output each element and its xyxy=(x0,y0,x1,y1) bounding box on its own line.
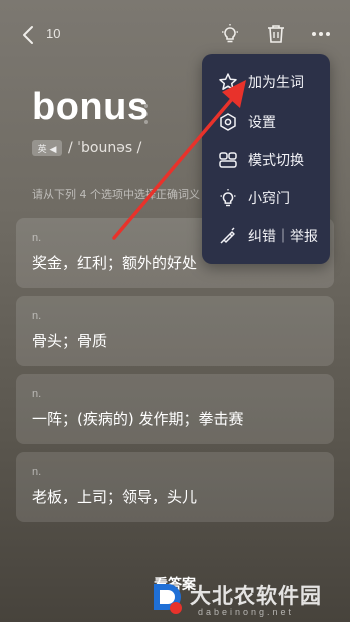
menu-item-label: 设置 xyxy=(248,115,276,131)
option-meaning: 一阵；(疾病的) 发作期；拳击赛 xyxy=(32,410,244,428)
menu-item-report[interactable]: 纠错｜举报 xyxy=(202,218,330,254)
more-icon[interactable] xyxy=(310,23,332,45)
lightbulb-icon[interactable] xyxy=(219,23,241,45)
trash-icon[interactable] xyxy=(265,23,287,45)
word-counter: 10 xyxy=(46,26,61,41)
option-pos: n. xyxy=(32,466,42,478)
menu-item-tips[interactable]: 小窍门 xyxy=(202,180,330,216)
watermark: 大北农软件园 dabeinong.net xyxy=(146,580,346,620)
star-icon xyxy=(219,73,237,90)
watermark-subtext: dabeinong.net xyxy=(198,607,295,617)
menu-item-settings[interactable]: 设置 xyxy=(202,104,330,140)
menu-item-label: 小窍门 xyxy=(248,191,290,207)
menu-item-add-word[interactable]: 加为生词 xyxy=(202,64,330,100)
phonetic-text: / ˈbounəs / xyxy=(68,140,142,156)
word-drag-handle xyxy=(144,104,150,126)
option-meaning: 奖金，红利；额外的好处 xyxy=(32,254,198,272)
menu-item-label: 模式切换 xyxy=(248,153,304,169)
option-pos: n. xyxy=(32,388,42,400)
watermark-text: 大北农软件园 xyxy=(190,584,322,608)
top-bar: 10 xyxy=(0,22,350,50)
option-meaning: 骨头；骨质 xyxy=(32,332,108,350)
audio-button[interactable]: 英 ◀ xyxy=(32,140,62,156)
option-meaning: 老板，上司；领导，头儿 xyxy=(32,488,198,506)
back-icon[interactable] xyxy=(18,24,40,46)
pronunciation: 英 ◀ / ˈbounəs / xyxy=(32,140,141,156)
lightbulb-icon xyxy=(220,189,236,207)
report-icon xyxy=(220,227,235,244)
menu-item-mode-switch[interactable]: 模式切换 xyxy=(202,142,330,178)
option-card[interactable]: n. 老板，上司；领导，头儿 xyxy=(16,452,334,522)
word-title: bonus xyxy=(32,86,149,128)
option-pos: n. xyxy=(32,310,42,322)
option-card[interactable]: n. 一阵；(疾病的) 发作期；拳击赛 xyxy=(16,374,334,444)
option-pos: n. xyxy=(32,232,42,244)
mode-switch-icon xyxy=(219,152,237,168)
menu-item-label: 纠错｜举报 xyxy=(248,229,318,245)
watermark-logo-icon xyxy=(154,584,182,614)
more-menu: 加为生词 设置 模式切换 小窍门 纠错｜举报 xyxy=(202,54,330,264)
option-card[interactable]: n. 骨头；骨质 xyxy=(16,296,334,366)
menu-item-label: 加为生词 xyxy=(248,75,304,91)
gear-icon xyxy=(220,113,236,131)
